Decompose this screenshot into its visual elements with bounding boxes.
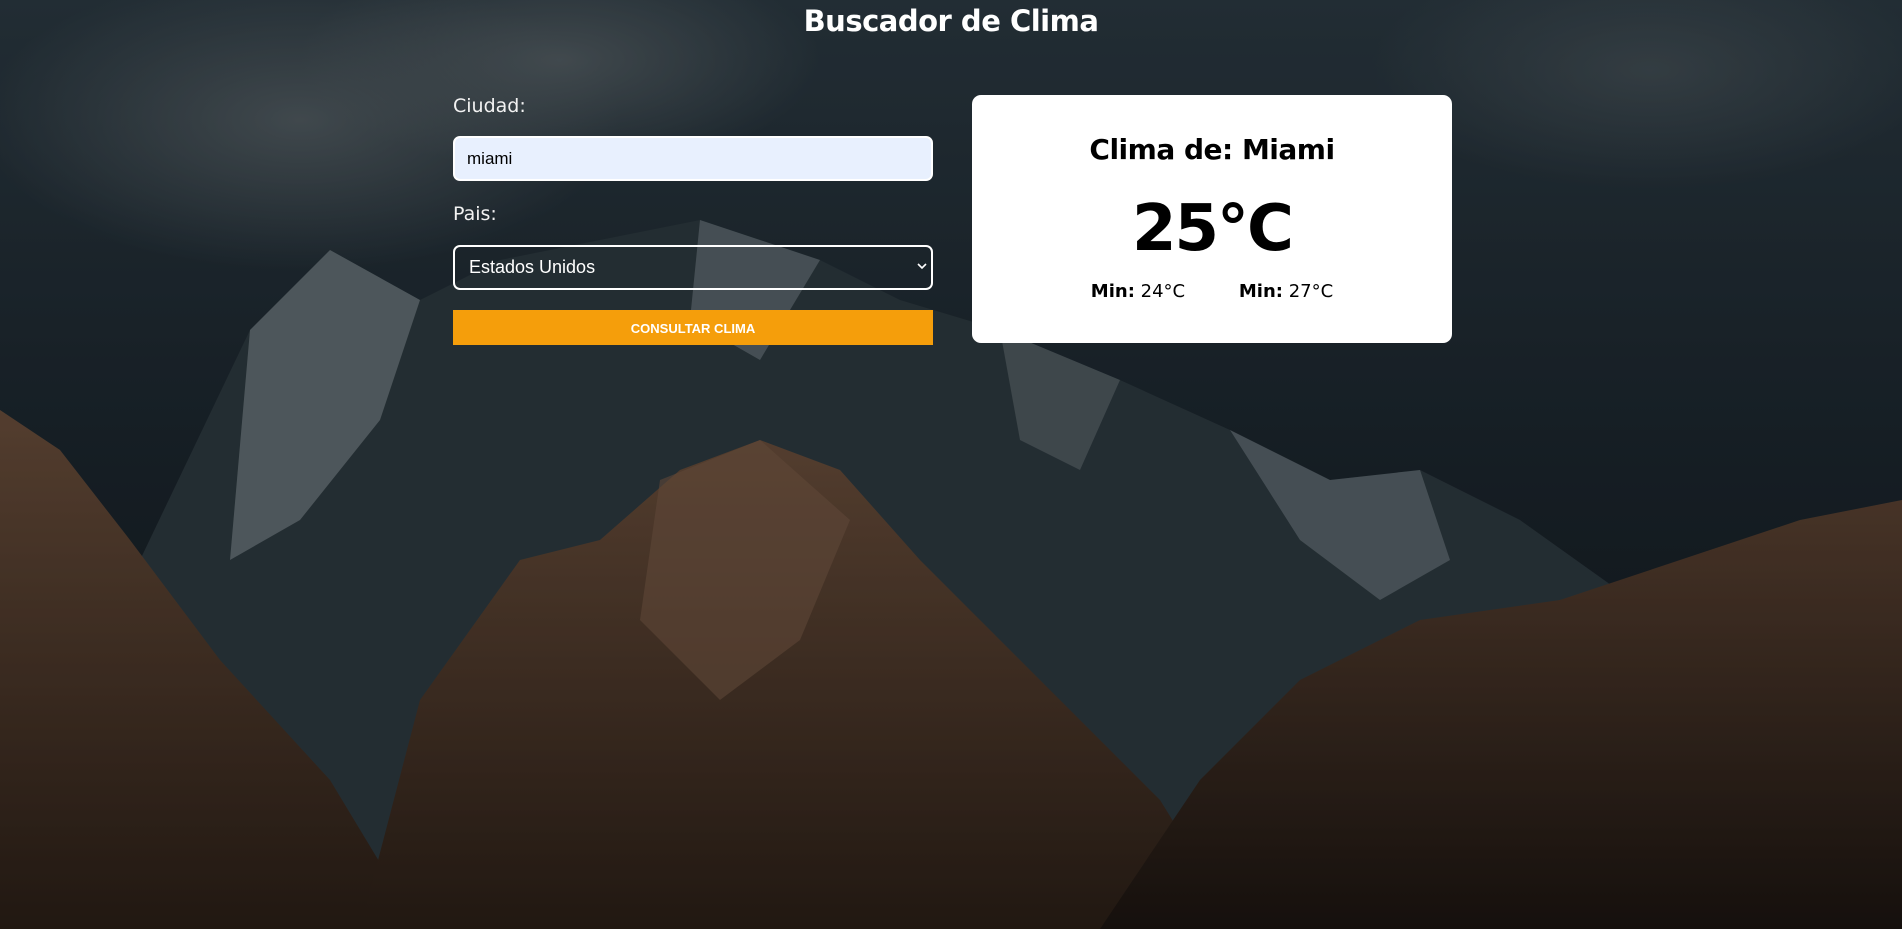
weather-search-form: Ciudad: Pais: Estados Unidos Consultar C… — [453, 90, 933, 345]
country-select[interactable]: Estados Unidos — [453, 245, 933, 290]
country-label: Pais: — [453, 203, 497, 225]
min-temperature-value: 24°C — [1140, 281, 1186, 302]
consult-weather-button[interactable]: Consultar Clima — [453, 310, 933, 345]
current-temperature: 25°C — [1131, 192, 1294, 266]
max-temperature: Min: 27°C — [1239, 281, 1333, 303]
page-title: Buscador de Clima — [803, 4, 1099, 38]
city-label: Ciudad: — [453, 95, 526, 117]
weather-city-title: Clima de: Miami — [1089, 133, 1335, 166]
mountain-background — [0, 0, 1902, 929]
min-temperature-label: Min: — [1090, 281, 1135, 302]
min-temperature: Min: 24°C — [1091, 281, 1185, 303]
weather-result-card: Clima de: Miami 25°C Min: 24°C Min: 27°C — [972, 95, 1452, 343]
temperature-range: Min: 24°C Min: 27°C — [972, 281, 1452, 303]
country-select-value: Estados Unidos — [469, 257, 596, 277]
chevron-down-icon — [917, 247, 927, 288]
city-input[interactable] — [453, 136, 933, 181]
max-temperature-value: 27°C — [1288, 281, 1334, 302]
max-temperature-label: Min: — [1238, 281, 1283, 302]
